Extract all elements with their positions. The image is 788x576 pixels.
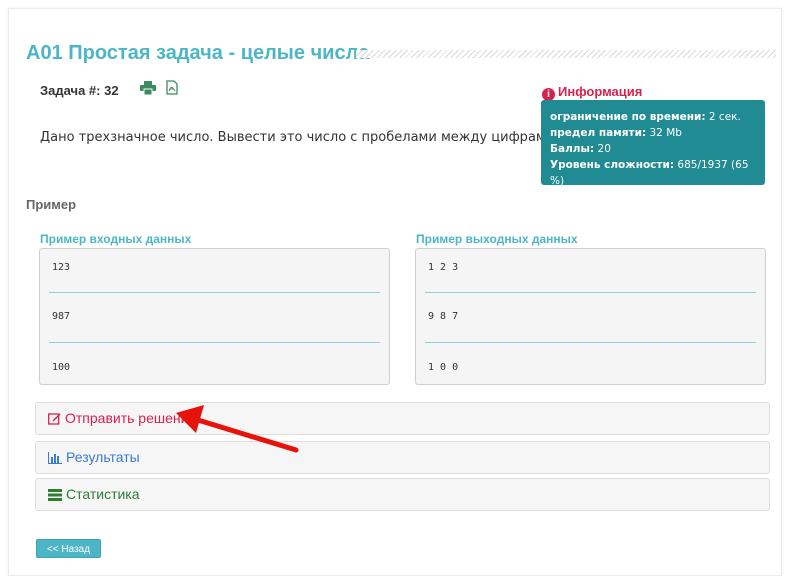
- stats-list-icon: [48, 489, 62, 501]
- output-line: 9 8 7: [428, 311, 459, 322]
- divider: [49, 342, 380, 343]
- bar-chart-icon: [48, 452, 62, 464]
- time-limit-row: ограничение по времени: 2 сек.: [550, 111, 741, 123]
- info-box: ограничение по времени: 2 сек. предел па…: [541, 100, 765, 187]
- print-icon[interactable]: [140, 80, 156, 98]
- divider: [425, 342, 756, 343]
- divider: [49, 292, 380, 293]
- output-line: 1 2 3: [428, 262, 459, 273]
- task-statement: Дано трехзначное число. Вывести это числ…: [40, 130, 559, 145]
- results-link[interactable]: Результаты: [48, 449, 140, 465]
- title-row: A01 Простая задача - целые числа: [26, 40, 781, 70]
- results-panel[interactable]: Результаты: [35, 441, 770, 474]
- divider: [425, 292, 756, 293]
- task-number-label: Задача #: 32: [40, 83, 119, 98]
- results-label: Результаты: [66, 449, 140, 465]
- submit-solution-label: Отправить решение: [65, 410, 197, 426]
- output-heading: Пример выходных данных: [416, 232, 578, 246]
- input-line: 123: [52, 262, 71, 273]
- statistics-panel[interactable]: Статистика: [35, 478, 770, 511]
- input-box: 123 987 100: [39, 248, 390, 385]
- input-heading: Пример входных данных: [40, 232, 192, 246]
- page-title: A01 Простая задача - целые числа: [26, 42, 370, 64]
- submit-solution-panel[interactable]: Отправить решение: [35, 402, 770, 435]
- info-heading-text: Информация: [558, 84, 643, 99]
- statistics-label: Статистика: [66, 486, 140, 502]
- pdf-icon[interactable]: [165, 80, 178, 98]
- submit-solution-link[interactable]: Отправить решение: [48, 410, 196, 426]
- output-box: 1 2 3 9 8 7 1 0 0: [415, 248, 766, 385]
- back-button[interactable]: << Назад: [36, 539, 101, 558]
- memory-row: предел памяти: 32 Mb: [550, 127, 682, 139]
- output-line: 1 0 0: [428, 362, 459, 373]
- points-row: Баллы: 20: [550, 143, 611, 155]
- task-number-row: Задача #: 32: [40, 80, 178, 98]
- task-actions: [140, 80, 184, 98]
- info-heading: i Информация: [542, 84, 642, 101]
- statistics-link[interactable]: Статистика: [48, 486, 140, 502]
- input-line: 987: [52, 311, 71, 322]
- difficulty-row: Уровень сложности: 685/1937 (65 %): [550, 159, 749, 187]
- example-title: Пример: [26, 197, 77, 212]
- input-line: 100: [52, 362, 71, 373]
- edit-icon: [48, 413, 61, 425]
- title-decoration: [356, 50, 776, 58]
